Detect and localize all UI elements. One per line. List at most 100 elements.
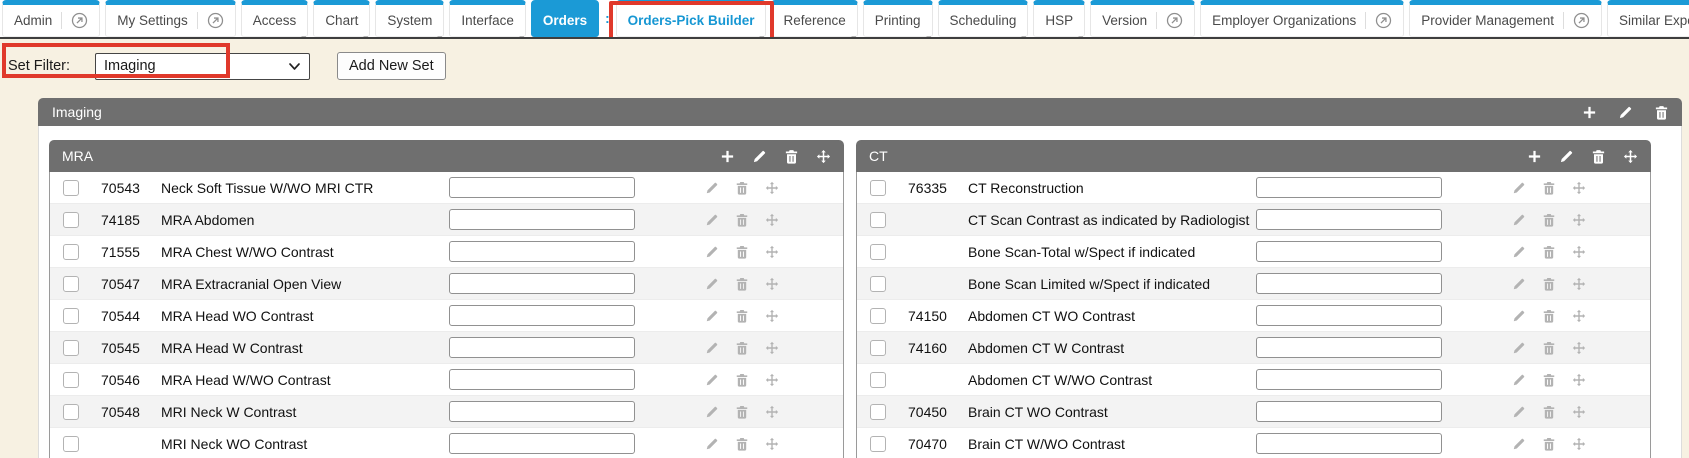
edit-icon[interactable] <box>705 245 719 259</box>
move-icon[interactable] <box>1572 181 1586 195</box>
plus-icon[interactable] <box>720 149 735 164</box>
row-checkbox[interactable] <box>63 212 79 228</box>
row-checkbox[interactable] <box>63 404 79 420</box>
edit-icon[interactable] <box>705 405 719 419</box>
row-checkbox[interactable] <box>870 372 886 388</box>
row-checkbox[interactable] <box>63 436 79 452</box>
order-note-input[interactable] <box>449 433 635 454</box>
move-icon[interactable] <box>765 341 779 355</box>
external-link-icon[interactable] <box>1365 12 1392 29</box>
row-checkbox[interactable] <box>870 340 886 356</box>
move-icon[interactable] <box>1572 405 1586 419</box>
delete-icon[interactable] <box>1654 105 1669 120</box>
row-checkbox[interactable] <box>870 212 886 228</box>
delete-icon[interactable] <box>1542 277 1556 291</box>
order-note-input[interactable] <box>1256 177 1442 198</box>
tab-chart[interactable]: Chart <box>313 0 370 37</box>
row-checkbox[interactable] <box>63 308 79 324</box>
move-icon[interactable] <box>1572 309 1586 323</box>
tab-interface[interactable]: Interface <box>449 0 526 37</box>
delete-icon[interactable] <box>735 213 749 227</box>
move-icon[interactable] <box>765 373 779 387</box>
delete-icon[interactable] <box>735 181 749 195</box>
tab-provider-management[interactable]: Provider Management <box>1409 0 1602 37</box>
plus-icon[interactable] <box>1527 149 1542 164</box>
row-checkbox[interactable] <box>63 276 79 292</box>
delete-icon[interactable] <box>735 437 749 451</box>
row-checkbox[interactable] <box>870 276 886 292</box>
delete-icon[interactable] <box>1542 309 1556 323</box>
edit-icon[interactable] <box>1512 277 1526 291</box>
order-note-input[interactable] <box>449 209 635 230</box>
delete-icon[interactable] <box>1542 437 1556 451</box>
tab-employer-organizations[interactable]: Employer Organizations <box>1200 0 1404 37</box>
tab-scheduling[interactable]: Scheduling <box>938 0 1029 37</box>
row-checkbox[interactable] <box>63 372 79 388</box>
delete-icon[interactable] <box>735 373 749 387</box>
delete-icon[interactable] <box>1542 341 1556 355</box>
move-icon[interactable] <box>1623 149 1638 164</box>
row-checkbox[interactable] <box>870 404 886 420</box>
tab-version[interactable]: Version <box>1090 0 1195 37</box>
order-note-input[interactable] <box>1256 369 1442 390</box>
external-link-icon[interactable] <box>61 12 88 29</box>
external-link-icon[interactable] <box>1563 12 1590 29</box>
row-checkbox[interactable] <box>870 436 886 452</box>
move-icon[interactable] <box>1572 373 1586 387</box>
delete-icon[interactable] <box>1591 149 1606 164</box>
tab-orders[interactable]: Orders <box>531 0 599 37</box>
edit-icon[interactable] <box>1559 149 1574 164</box>
move-icon[interactable] <box>816 149 831 164</box>
edit-icon[interactable] <box>705 213 719 227</box>
move-icon[interactable] <box>1572 245 1586 259</box>
order-note-input[interactable] <box>449 305 635 326</box>
order-note-input[interactable] <box>1256 273 1442 294</box>
tab-similar-exposure-groups-segs[interactable]: Similar Exposure Groups (SEGs) <box>1607 0 1689 37</box>
move-icon[interactable] <box>765 245 779 259</box>
delete-icon[interactable] <box>735 277 749 291</box>
move-icon[interactable] <box>1572 341 1586 355</box>
delete-icon[interactable] <box>735 309 749 323</box>
delete-icon[interactable] <box>1542 405 1556 419</box>
delete-icon[interactable] <box>1542 245 1556 259</box>
order-note-input[interactable] <box>449 273 635 294</box>
edit-icon[interactable] <box>705 181 719 195</box>
tab-my-settings[interactable]: My Settings <box>105 0 236 37</box>
plus-icon[interactable] <box>1582 105 1597 120</box>
edit-icon[interactable] <box>1512 181 1526 195</box>
tab-access[interactable]: Access <box>241 0 309 37</box>
edit-icon[interactable] <box>705 437 719 451</box>
delete-icon[interactable] <box>1542 213 1556 227</box>
order-note-input[interactable] <box>1256 241 1442 262</box>
order-note-input[interactable] <box>1256 209 1442 230</box>
delete-icon[interactable] <box>735 341 749 355</box>
move-icon[interactable] <box>765 405 779 419</box>
tab-orders-pick-builder[interactable]: Orders-Pick Builder <box>616 0 767 37</box>
move-icon[interactable] <box>765 213 779 227</box>
edit-icon[interactable] <box>1512 437 1526 451</box>
tab-reference[interactable]: Reference <box>771 0 857 37</box>
edit-icon[interactable] <box>1512 309 1526 323</box>
move-icon[interactable] <box>765 437 779 451</box>
tab-printing[interactable]: Printing <box>863 0 933 37</box>
order-note-input[interactable] <box>449 401 635 422</box>
tab-system[interactable]: System <box>375 0 444 37</box>
delete-icon[interactable] <box>1542 181 1556 195</box>
order-note-input[interactable] <box>449 177 635 198</box>
edit-icon[interactable] <box>752 149 767 164</box>
move-icon[interactable] <box>1572 213 1586 227</box>
external-link-icon[interactable] <box>1156 12 1183 29</box>
edit-icon[interactable] <box>1618 105 1633 120</box>
tab-hsp[interactable]: HSP <box>1033 0 1085 37</box>
order-note-input[interactable] <box>1256 433 1442 454</box>
edit-icon[interactable] <box>1512 245 1526 259</box>
row-checkbox[interactable] <box>63 244 79 260</box>
edit-icon[interactable] <box>1512 341 1526 355</box>
add-new-set-button[interactable]: Add New Set <box>337 52 446 80</box>
row-checkbox[interactable] <box>63 340 79 356</box>
edit-icon[interactable] <box>705 277 719 291</box>
tab-admin[interactable]: Admin <box>2 0 100 37</box>
external-link-icon[interactable] <box>197 12 224 29</box>
edit-icon[interactable] <box>705 373 719 387</box>
edit-icon[interactable] <box>1512 373 1526 387</box>
